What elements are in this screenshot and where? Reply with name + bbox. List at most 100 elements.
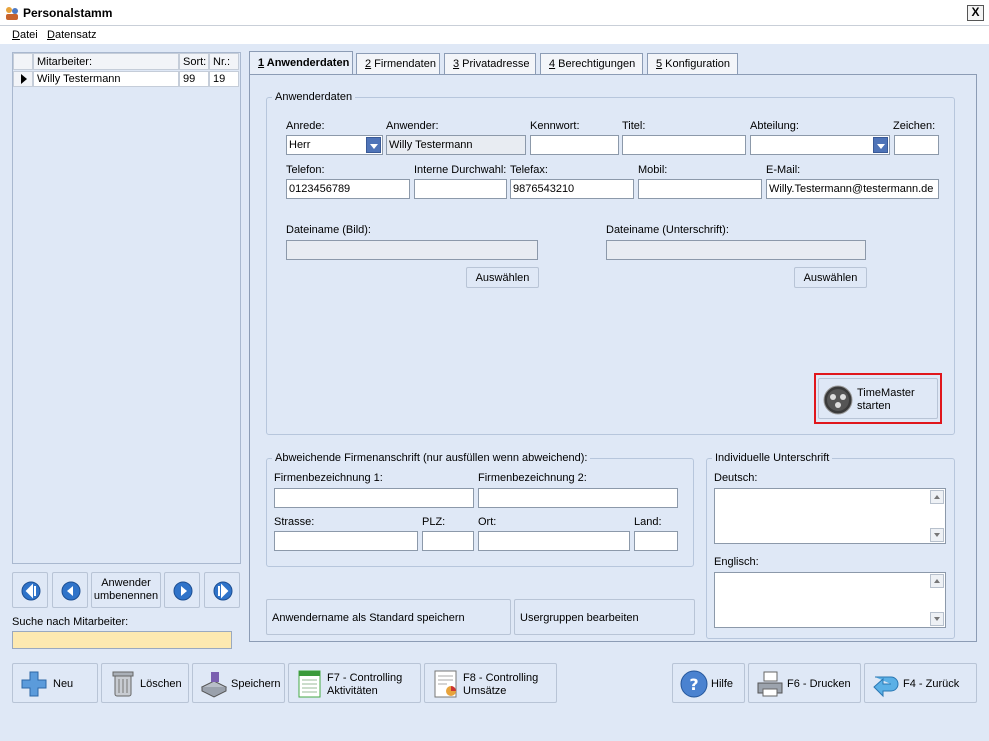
unterschrift-filename-field[interactable] bbox=[606, 240, 866, 260]
kennwort-field[interactable] bbox=[530, 135, 619, 155]
plus-icon bbox=[21, 671, 47, 697]
plz-field[interactable] bbox=[422, 531, 474, 551]
tab-anwenderdaten-label: Anwenderdaten bbox=[264, 57, 350, 69]
arrow-left-icon bbox=[61, 581, 81, 601]
durchwahl-field[interactable] bbox=[414, 179, 507, 199]
rename-user-button[interactable]: Anwender umbenennen bbox=[91, 572, 161, 608]
back-arrow-icon bbox=[873, 676, 899, 698]
last-record-icon bbox=[213, 581, 233, 601]
table-row-sort[interactable]: 99 bbox=[179, 71, 209, 87]
bild-filename-field[interactable] bbox=[286, 240, 538, 260]
f7-label-line1: F7 - Controlling bbox=[327, 672, 403, 684]
titel-label: Titel: bbox=[622, 120, 646, 132]
englisch-textarea[interactable] bbox=[714, 572, 946, 628]
tab-konfiguration[interactable]: 5 Konfiguration bbox=[647, 53, 738, 74]
menu-datei[interactable]: Datei bbox=[12, 29, 38, 41]
plz-label: PLZ: bbox=[422, 516, 446, 528]
back-button[interactable]: F4 - Zurück bbox=[864, 663, 977, 703]
delete-label: Löschen bbox=[140, 678, 182, 690]
durchwahl-label: Interne Durchwahl: bbox=[414, 164, 507, 176]
new-label: Neu bbox=[53, 678, 74, 690]
menu-datensatz[interactable]: Datensatz bbox=[47, 29, 97, 41]
grid-indicator-header bbox=[13, 53, 33, 70]
bez2-field[interactable] bbox=[478, 488, 678, 508]
anrede-value: Herr bbox=[289, 139, 311, 151]
timemaster-label-line2: starten bbox=[857, 400, 891, 412]
controlling-activities-button[interactable]: F7 - Controlling Aktivitäten bbox=[288, 663, 421, 703]
menu-bar: Datei Datensatz bbox=[0, 26, 989, 44]
timemaster-start-button[interactable]: TimeMaster starten bbox=[818, 378, 938, 419]
first-record-button[interactable] bbox=[12, 572, 48, 608]
print-label: F6 - Drucken bbox=[787, 678, 851, 690]
scroll-up-icon[interactable] bbox=[930, 574, 944, 588]
telefax-field[interactable]: 9876543210 bbox=[510, 179, 634, 199]
rename-label-line2: umbenennen bbox=[93, 590, 159, 602]
mobil-label: Mobil: bbox=[638, 164, 668, 176]
printer-icon bbox=[757, 671, 783, 697]
bez1-field[interactable] bbox=[274, 488, 474, 508]
zeichen-field[interactable] bbox=[894, 135, 939, 155]
tab-anwenderdaten[interactable]: 1 Anwenderdaten bbox=[249, 51, 353, 75]
grid-header-nr[interactable]: Nr.: bbox=[209, 53, 239, 70]
land-label: Land: bbox=[634, 516, 662, 528]
deutsch-label: Deutsch: bbox=[714, 472, 758, 484]
ort-field[interactable] bbox=[478, 531, 630, 551]
unterschrift-auswaehlen-button[interactable]: Auswählen bbox=[794, 267, 867, 288]
mobil-field[interactable] bbox=[638, 179, 762, 199]
delete-button[interactable]: Löschen bbox=[101, 663, 189, 703]
ort-label: Ort: bbox=[478, 516, 497, 528]
tab-berechtigungen[interactable]: 4 Berechtigungen bbox=[540, 53, 643, 74]
tab-firmendaten-label: Firmendaten bbox=[371, 58, 436, 70]
anrede-select[interactable]: Herr bbox=[286, 135, 383, 155]
abteilung-select[interactable] bbox=[750, 135, 890, 155]
bild-auswaehlen-button[interactable]: Auswählen bbox=[466, 267, 539, 288]
row-indicator-icon bbox=[13, 71, 33, 87]
next-record-button[interactable] bbox=[164, 572, 200, 608]
f7-label-line2: Aktivitäten bbox=[327, 685, 378, 697]
grid-header-mitarbeiter[interactable]: Mitarbeiter: bbox=[33, 53, 179, 70]
anwender-field[interactable]: Willy Testermann bbox=[386, 135, 526, 155]
scroll-up-icon[interactable] bbox=[930, 490, 944, 504]
trash-icon bbox=[112, 671, 134, 697]
englisch-label: Englisch: bbox=[714, 556, 759, 568]
help-icon: ? bbox=[680, 670, 708, 698]
kennwort-label: Kennwort: bbox=[530, 120, 580, 132]
save-standard-button[interactable]: Anwendername als Standard speichern bbox=[266, 599, 511, 635]
chevron-down-icon bbox=[873, 137, 888, 153]
tab-berechtigungen-label: Berechtigungen bbox=[555, 58, 636, 70]
telefon-label: Telefon: bbox=[286, 164, 325, 176]
telefon-field[interactable]: 0123456789 bbox=[286, 179, 410, 199]
search-input[interactable] bbox=[12, 631, 232, 649]
email-field[interactable]: Willy.Testermann@testermann.de bbox=[766, 179, 939, 199]
land-field[interactable] bbox=[634, 531, 678, 551]
print-button[interactable]: F6 - Drucken bbox=[748, 663, 861, 703]
bild-label: Dateiname (Bild): bbox=[286, 224, 371, 236]
new-button[interactable]: Neu bbox=[12, 663, 98, 703]
previous-record-button[interactable] bbox=[52, 572, 88, 608]
controlling-sales-button[interactable]: F8 - Controlling Umsätze bbox=[424, 663, 557, 703]
scroll-down-icon[interactable] bbox=[930, 528, 944, 542]
scroll-down-icon[interactable] bbox=[930, 612, 944, 626]
close-button[interactable]: X bbox=[967, 5, 984, 21]
svg-text:?: ? bbox=[689, 675, 698, 694]
bez1-label: Firmenbezeichnung 1: bbox=[274, 472, 383, 484]
abteilung-label: Abteilung: bbox=[750, 120, 799, 132]
zeichen-label: Zeichen: bbox=[893, 120, 936, 132]
unterschrift-group-title: Individuelle Unterschrift bbox=[712, 452, 833, 464]
table-row-name[interactable]: Willy Testermann bbox=[33, 71, 179, 87]
employee-grid[interactable]: Mitarbeiter: Sort: Nr.: Willy Testermann… bbox=[12, 52, 241, 564]
help-button[interactable]: ? Hilfe bbox=[672, 663, 745, 703]
app-icon bbox=[6, 7, 18, 20]
strasse-field[interactable] bbox=[274, 531, 418, 551]
table-row-nr[interactable]: 19 bbox=[209, 71, 239, 87]
grid-header-sort[interactable]: Sort: bbox=[179, 53, 209, 70]
deutsch-textarea[interactable] bbox=[714, 488, 946, 544]
save-button[interactable]: Speichern bbox=[192, 663, 285, 703]
usergroups-button[interactable]: Usergruppen bearbeiten bbox=[514, 599, 695, 635]
tab-firmendaten[interactable]: 2 Firmendaten bbox=[356, 53, 440, 74]
titel-field[interactable] bbox=[622, 135, 746, 155]
tab-privatadresse[interactable]: 3 Privatadresse bbox=[444, 53, 536, 74]
last-record-button[interactable] bbox=[204, 572, 240, 608]
search-label: Suche nach Mitarbeiter: bbox=[12, 616, 129, 628]
film-reel-icon bbox=[823, 385, 853, 415]
